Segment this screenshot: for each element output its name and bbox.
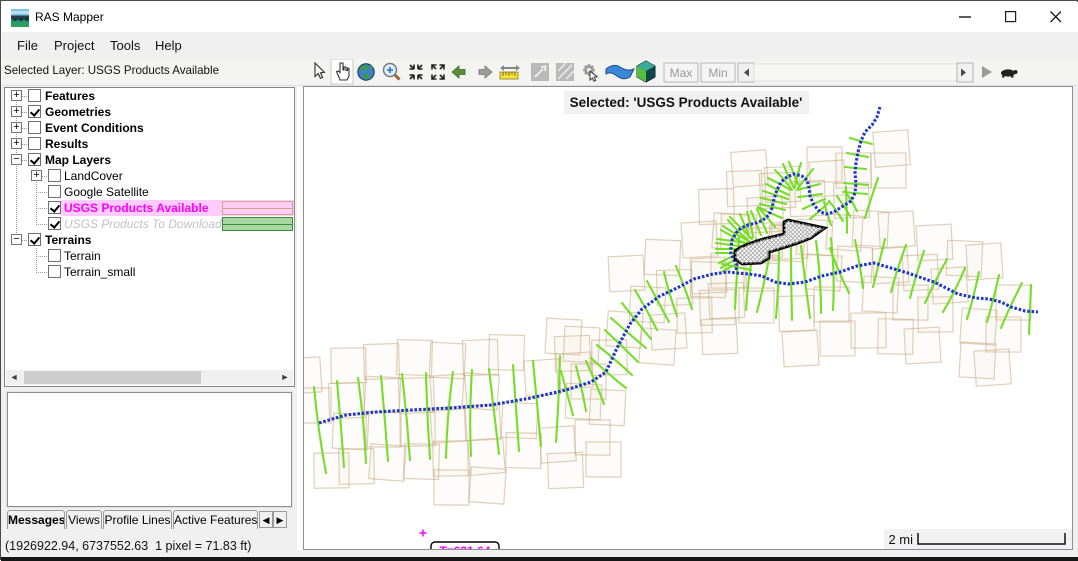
- svg-text:Max: Max: [670, 66, 693, 80]
- svg-text:Selected: 'USGS Products Avail: Selected: 'USGS Products Available': [570, 95, 803, 110]
- svg-text:2 mi: 2 mi: [888, 532, 913, 547]
- svg-text:T=631.64: T=631.64: [439, 544, 490, 549]
- svg-text:Min: Min: [708, 66, 727, 80]
